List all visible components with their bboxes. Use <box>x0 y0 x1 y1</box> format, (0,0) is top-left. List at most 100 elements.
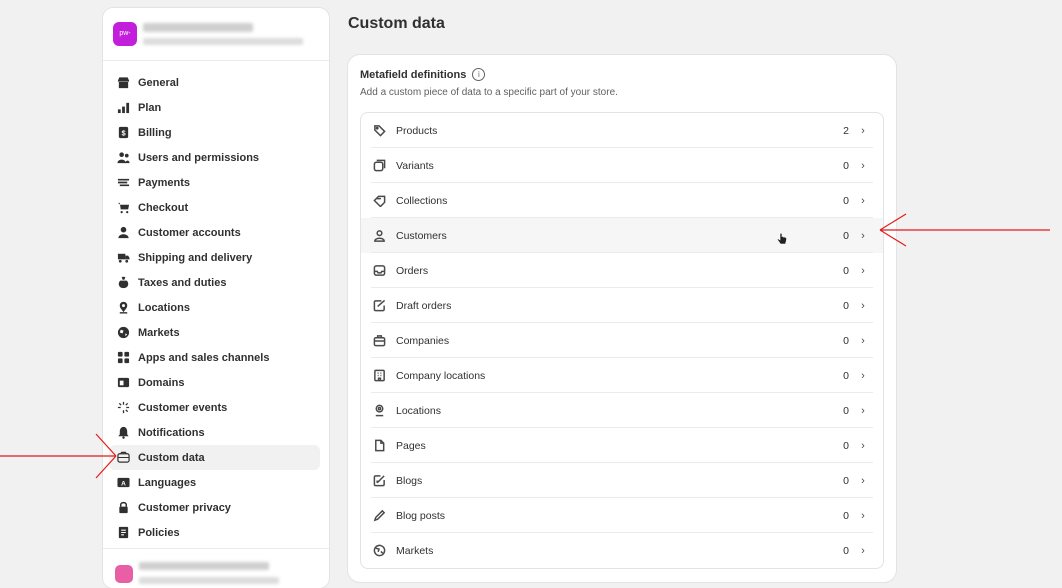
info-icon[interactable]: i <box>472 68 486 81</box>
sidebar-item-label: Markets <box>138 326 180 339</box>
row-label: Blogs <box>396 474 423 487</box>
row-count: 0 <box>843 369 849 382</box>
secondary-store-url-redacted <box>139 577 279 584</box>
row-label: Orders <box>396 264 429 277</box>
row-label: Company locations <box>396 369 486 382</box>
chevron-right-icon: › <box>861 124 865 137</box>
row-label: Collections <box>396 194 448 207</box>
sidebar-item-payments[interactable]: Payments <box>109 170 320 195</box>
sidebar-item-label: General <box>138 76 179 89</box>
metafield-row-company-locations[interactable]: Company locations 0 › <box>361 358 883 393</box>
blog-icon <box>372 474 386 488</box>
sidebar-item-languages[interactable]: A Languages <box>109 470 320 495</box>
plan-bars-icon <box>116 101 130 115</box>
sidebar-item-label: Apps and sales channels <box>138 351 270 364</box>
sidebar-item-label: Shipping and delivery <box>138 251 253 264</box>
chevron-right-icon: › <box>861 229 865 242</box>
annotation-arrow-left <box>0 432 118 480</box>
metafield-row-pages[interactable]: Pages 0 › <box>361 428 883 463</box>
metafield-row-products[interactable]: Products 2 › <box>361 113 883 148</box>
store-icon <box>116 76 130 90</box>
hand-cursor-icon <box>777 232 787 245</box>
metafield-row-blog-posts[interactable]: Blog posts 0 › <box>361 498 883 533</box>
building-icon <box>372 369 386 383</box>
sidebar-item-billing[interactable]: $ Billing <box>109 120 320 145</box>
sidebar-item-customer-accounts[interactable]: Customer accounts <box>109 220 320 245</box>
sidebar-item-label: Customer privacy <box>138 501 231 514</box>
metafield-row-draft-orders[interactable]: Draft orders 0 › <box>361 288 883 323</box>
sidebar-item-taxes[interactable]: Taxes and duties <box>109 270 320 295</box>
sidebar-item-plan[interactable]: Plan <box>109 95 320 120</box>
row-count: 0 <box>843 264 849 277</box>
metafield-row-customers[interactable]: Customers 0 › <box>361 218 883 253</box>
row-count: 0 <box>843 229 849 242</box>
sidebar-item-custom-data[interactable]: Custom data <box>109 445 320 470</box>
payments-icon <box>116 176 130 190</box>
sidebar-item-markets[interactable]: Markets <box>109 320 320 345</box>
sidebar-item-policies[interactable]: Policies <box>109 520 320 545</box>
sidebar-item-customer-privacy[interactable]: Customer privacy <box>109 495 320 520</box>
row-count: 0 <box>843 194 849 207</box>
sidebar-item-locations[interactable]: Locations <box>109 295 320 320</box>
row-count: 0 <box>843 544 849 557</box>
chevron-right-icon: › <box>861 509 865 522</box>
location-pin-icon <box>116 301 130 315</box>
sidebar-item-apps[interactable]: Apps and sales channels <box>109 345 320 370</box>
row-label: Products <box>396 124 438 137</box>
resource-list: Products 2 › Variants 0 › Collections 0 › Custome… <box>360 112 884 569</box>
secondary-store[interactable] <box>103 548 329 588</box>
apps-icon <box>116 351 130 365</box>
sidebar-item-label: Policies <box>138 526 180 539</box>
sidebar-item-domains[interactable]: Domains <box>109 370 320 395</box>
chevron-right-icon: › <box>861 474 865 487</box>
sidebar-item-general[interactable]: General <box>109 70 320 95</box>
sidebar-item-label: Customer accounts <box>138 226 241 239</box>
sidebar-item-checkout[interactable]: Checkout <box>109 195 320 220</box>
location-icon <box>372 404 386 418</box>
custom-data-icon <box>116 451 130 465</box>
metafield-row-companies[interactable]: Companies 0 › <box>361 323 883 358</box>
metafield-row-markets[interactable]: Markets 0 › <box>361 533 883 568</box>
store-switcher[interactable]: pw- <box>103 8 329 61</box>
inbox-icon <box>372 264 386 278</box>
row-count: 0 <box>843 334 849 347</box>
globe-icon <box>372 544 386 558</box>
page-title: Custom data <box>348 15 445 32</box>
store-avatar: pw- <box>113 22 137 46</box>
pen-icon <box>372 509 386 523</box>
row-count: 0 <box>843 509 849 522</box>
row-label: Blog posts <box>396 509 446 522</box>
sidebar-item-customer-events[interactable]: Customer events <box>109 395 320 420</box>
sidebar-item-label: Payments <box>138 176 190 189</box>
chevron-right-icon: › <box>861 264 865 277</box>
sidebar-item-label: Locations <box>138 301 190 314</box>
row-count: 0 <box>843 439 849 452</box>
sidebar-item-users[interactable]: Users and permissions <box>109 145 320 170</box>
metafield-row-collections[interactable]: Collections 0 › <box>361 183 883 218</box>
truck-icon <box>116 251 130 265</box>
metafield-row-orders[interactable]: Orders 0 › <box>361 253 883 288</box>
row-label: Pages <box>396 439 426 452</box>
lock-icon <box>116 501 130 515</box>
sidebar-item-notifications[interactable]: Notifications <box>109 420 320 445</box>
metafield-row-blogs[interactable]: Blogs 0 › <box>361 463 883 498</box>
row-label: Locations <box>396 404 441 417</box>
card-subtitle: Add a custom piece of data to a specific… <box>360 87 618 98</box>
customer-icon <box>372 229 386 243</box>
sidebar-item-label: Plan <box>138 101 162 114</box>
metafield-row-locations[interactable]: Locations 0 › <box>361 393 883 428</box>
cart-icon <box>116 201 130 215</box>
bell-icon <box>116 426 130 440</box>
metafield-row-variants[interactable]: Variants 0 › <box>361 148 883 183</box>
collections-icon <box>372 194 386 208</box>
row-label: Markets <box>396 544 434 557</box>
chevron-right-icon: › <box>861 299 865 312</box>
billing-icon: $ <box>116 126 130 140</box>
tag-icon <box>372 124 386 138</box>
sidebar-item-shipping[interactable]: Shipping and delivery <box>109 245 320 270</box>
sidebar-item-label: Custom data <box>138 451 205 464</box>
annotation-arrow-right <box>878 206 1050 254</box>
chevron-right-icon: › <box>861 194 865 207</box>
row-label: Variants <box>396 159 434 172</box>
chevron-right-icon: › <box>861 334 865 347</box>
